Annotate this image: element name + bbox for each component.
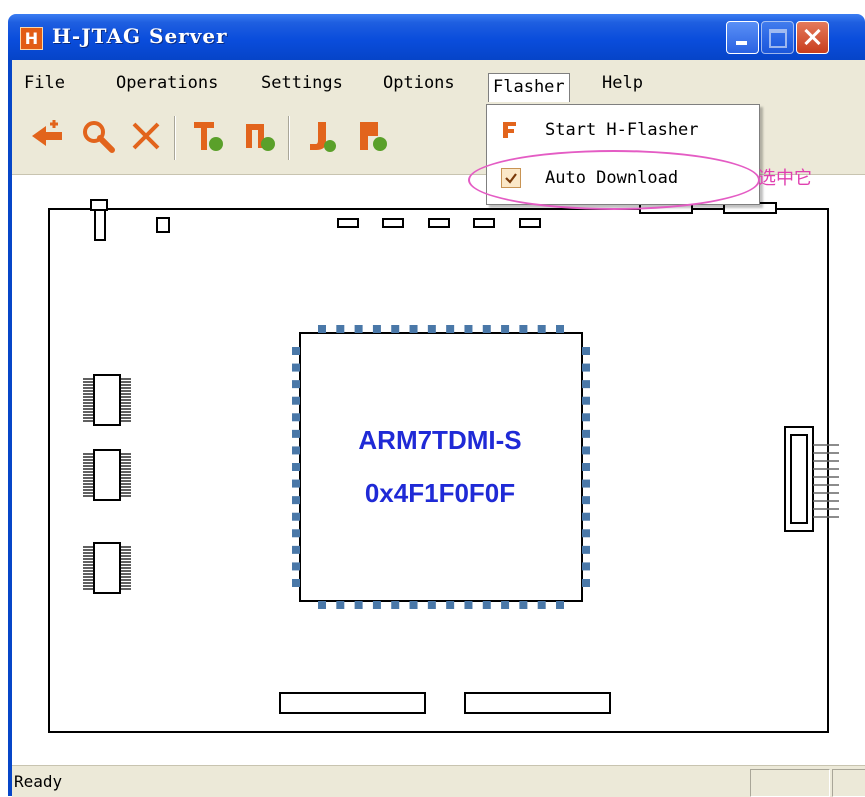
toolbar-separator — [174, 116, 176, 160]
chip-pin — [427, 601, 436, 609]
jtag-icon[interactable] — [302, 116, 342, 156]
chip-pin — [318, 325, 326, 333]
chip-pin — [582, 496, 590, 505]
chip-pin — [519, 601, 528, 609]
chip-pin — [582, 429, 590, 438]
delete-icon[interactable] — [126, 116, 166, 156]
chip-pin — [292, 363, 300, 372]
chip-pin — [464, 325, 473, 333]
app-icon: H — [20, 27, 43, 50]
chip-pin — [482, 325, 491, 333]
side-connector — [784, 426, 839, 532]
chip-pin — [582, 380, 590, 389]
chip-pin — [446, 601, 455, 609]
menu-flasher[interactable]: Flasher — [488, 73, 570, 102]
chip-pin — [292, 396, 300, 405]
start-h-flasher-label: Start H-Flasher — [545, 120, 699, 140]
ic-chip — [83, 374, 131, 426]
chip-pin — [292, 446, 300, 455]
chip-pin — [501, 601, 510, 609]
cpu-chip — [292, 325, 590, 609]
chip-pin — [292, 545, 300, 554]
menu-bar: File Operations Settings Options Flasher… — [12, 60, 865, 104]
chip-pin — [292, 380, 300, 389]
ic-chip — [83, 542, 131, 594]
chip-pin — [582, 579, 590, 587]
chip-pin — [464, 601, 473, 609]
chip-pin — [354, 325, 363, 333]
chip-pin — [336, 601, 345, 609]
chip-pin — [292, 496, 300, 505]
chip-pin — [292, 479, 300, 488]
chip-pin — [372, 325, 381, 333]
chip-id: 0x4F1F0F0F — [365, 478, 515, 508]
chip-pin — [582, 545, 590, 554]
flasher-icon — [503, 122, 516, 138]
chip-pin — [582, 413, 590, 422]
chip-pin — [537, 325, 546, 333]
chip-pin — [391, 325, 400, 333]
chip-pin — [582, 396, 590, 405]
chip-pin — [556, 601, 564, 609]
title-bar[interactable]: H H-JTAG Server — [8, 14, 865, 60]
chip-pin — [519, 325, 528, 333]
chip-pin — [336, 325, 345, 333]
board-diagram: ARM7TDMI-S 0x4F1F0F0F — [48, 199, 839, 733]
menu-file[interactable]: File — [20, 70, 69, 96]
board-view: ARM7TDMI-S 0x4F1F0F0F — [12, 175, 865, 765]
menu-operations[interactable]: Operations — [112, 70, 222, 96]
chip-pin — [427, 325, 436, 333]
detect-target-icon[interactable] — [28, 116, 68, 156]
status-bar: Ready — [12, 765, 865, 797]
menu-item-start-h-flasher[interactable]: Start H-Flasher — [487, 110, 759, 150]
search-icon[interactable] — [78, 116, 118, 156]
status-panel — [832, 769, 865, 797]
chip-pin — [409, 325, 418, 333]
minimize-icon[interactable] — [726, 21, 759, 54]
chip-pin — [446, 325, 455, 333]
chip-pin — [292, 413, 300, 422]
chip-pin — [582, 529, 590, 538]
chip-pin — [409, 601, 418, 609]
chip-pin — [292, 529, 300, 538]
status-text: Ready — [14, 772, 63, 791]
tdo-icon[interactable] — [240, 116, 280, 156]
chip-pin — [556, 325, 564, 333]
chip-pin — [292, 512, 300, 521]
highlight-annotation — [468, 150, 760, 210]
menu-help[interactable]: Help — [598, 70, 647, 96]
maximize-icon[interactable] — [761, 21, 794, 54]
close-icon[interactable] — [796, 21, 829, 54]
chip-pin — [372, 601, 381, 609]
ic-chip — [83, 449, 131, 501]
chip-pin — [582, 347, 590, 355]
chip-pin — [582, 479, 590, 488]
chip-pin — [537, 601, 546, 609]
chip-pin — [482, 601, 491, 609]
chip-pin — [354, 601, 363, 609]
chip-pin — [582, 463, 590, 471]
toolbar-separator — [288, 116, 290, 160]
chip-pin — [292, 347, 300, 355]
annotation-note: 选中它 — [758, 168, 812, 189]
chip-name: ARM7TDMI-S — [358, 425, 521, 455]
menu-options[interactable]: Options — [379, 70, 459, 96]
chip-pin — [292, 579, 300, 587]
window-title: H-JTAG Server — [52, 24, 228, 48]
chip-pin — [292, 429, 300, 438]
chip-pin — [582, 446, 590, 455]
menu-settings[interactable]: Settings — [257, 70, 347, 96]
reset-icon[interactable] — [352, 116, 392, 156]
tdi-icon[interactable] — [188, 116, 228, 156]
chip-pin — [318, 601, 326, 609]
chip-pin — [582, 512, 590, 521]
chip-pin — [582, 363, 590, 372]
status-panel — [750, 769, 830, 797]
chip-pin — [292, 562, 300, 571]
chip-pin — [292, 463, 300, 471]
chip-pin — [501, 325, 510, 333]
chip-pin — [391, 601, 400, 609]
chip-pin — [582, 562, 590, 571]
